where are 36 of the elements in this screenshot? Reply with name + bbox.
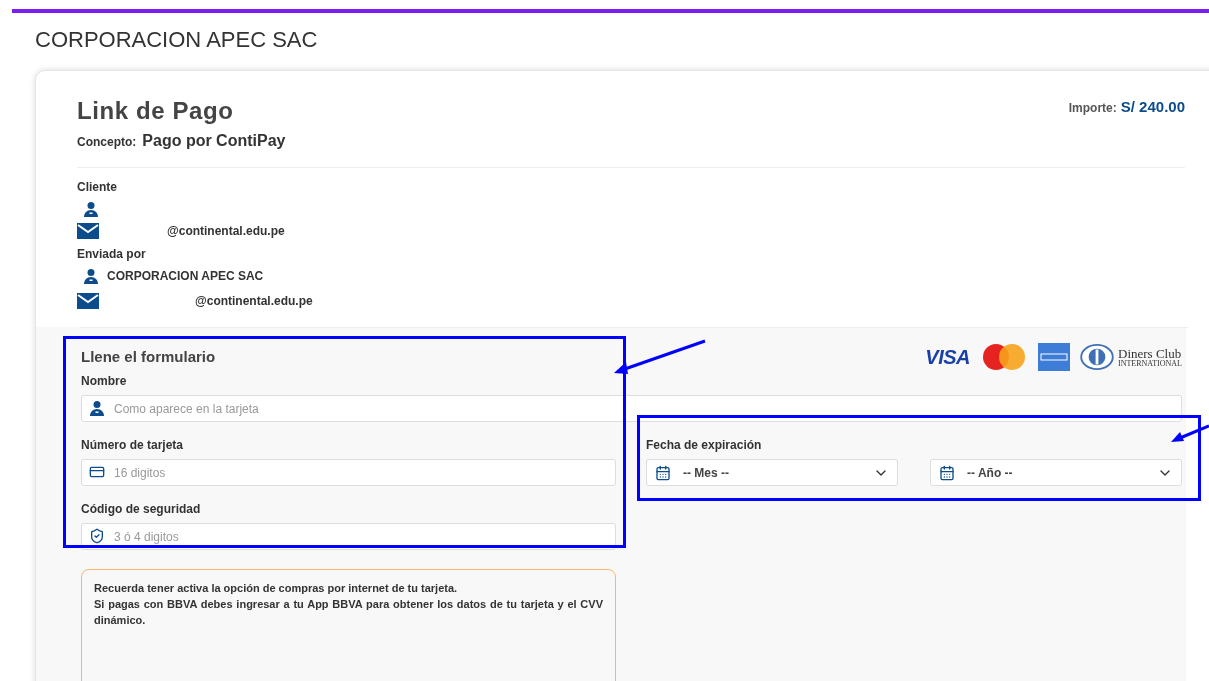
page-title: Link de Pago — [77, 96, 235, 126]
field-label: Código de seguridad — [81, 501, 202, 518]
amex-logo — [1038, 343, 1070, 371]
email-text: @continental.edu.pe — [167, 223, 285, 240]
form-title: Llene el formulario — [81, 346, 216, 367]
concept-label: Concepto: — [77, 134, 137, 151]
dropdown[interactable]: -- Año -- — [930, 459, 1182, 486]
field-label: Número de tarjeta — [81, 437, 185, 454]
field-label: Fecha de expiración — [646, 437, 763, 454]
input-field[interactable]: 16 digitos — [81, 459, 616, 486]
calendar-icon — [655, 464, 671, 481]
credit-card-icon — [89, 464, 105, 480]
input-field[interactable]: Como aparece en la tarjeta — [81, 395, 1182, 422]
dropdown[interactable]: -- Mes -- — [646, 459, 898, 486]
section-label: Cliente — [77, 179, 118, 196]
visa-logo: VISA — [925, 345, 970, 370]
annotation-arrow — [1170, 423, 1209, 443]
shield-check-icon — [89, 528, 105, 544]
diners-club-logo: Diners Club INTERNATIONAL — [1080, 344, 1182, 370]
concept-value: Pago por ContiPay — [142, 131, 286, 151]
company-name: CORPORACION APEC SAC — [35, 27, 318, 52]
sender-name: CORPORACION APEC SAC — [107, 268, 264, 285]
amount-value: S/ 240.00 — [1120, 97, 1185, 117]
person-icon — [83, 200, 99, 217]
field-label: Nombre — [81, 373, 128, 390]
notice-text: Recuerda tener activa la opción de compras por internet de tu tarjeta. — [94, 581, 459, 596]
mastercard-logo — [980, 343, 1028, 371]
amount-label: Importe: — [1068, 100, 1117, 117]
email-text: @continental.edu.pe — [195, 293, 313, 310]
person-icon — [89, 400, 105, 416]
notice-text: Si pagas con BBVA debes ingresar a tu App BBVA para obtener los datos de tu tarjeta y el CVV dinámico. — [94, 597, 603, 628]
envelope-icon — [77, 293, 99, 309]
person-icon — [83, 268, 99, 284]
section-label: Enviada por — [77, 246, 147, 263]
calendar-icon — [939, 464, 955, 481]
envelope-icon — [77, 223, 99, 239]
